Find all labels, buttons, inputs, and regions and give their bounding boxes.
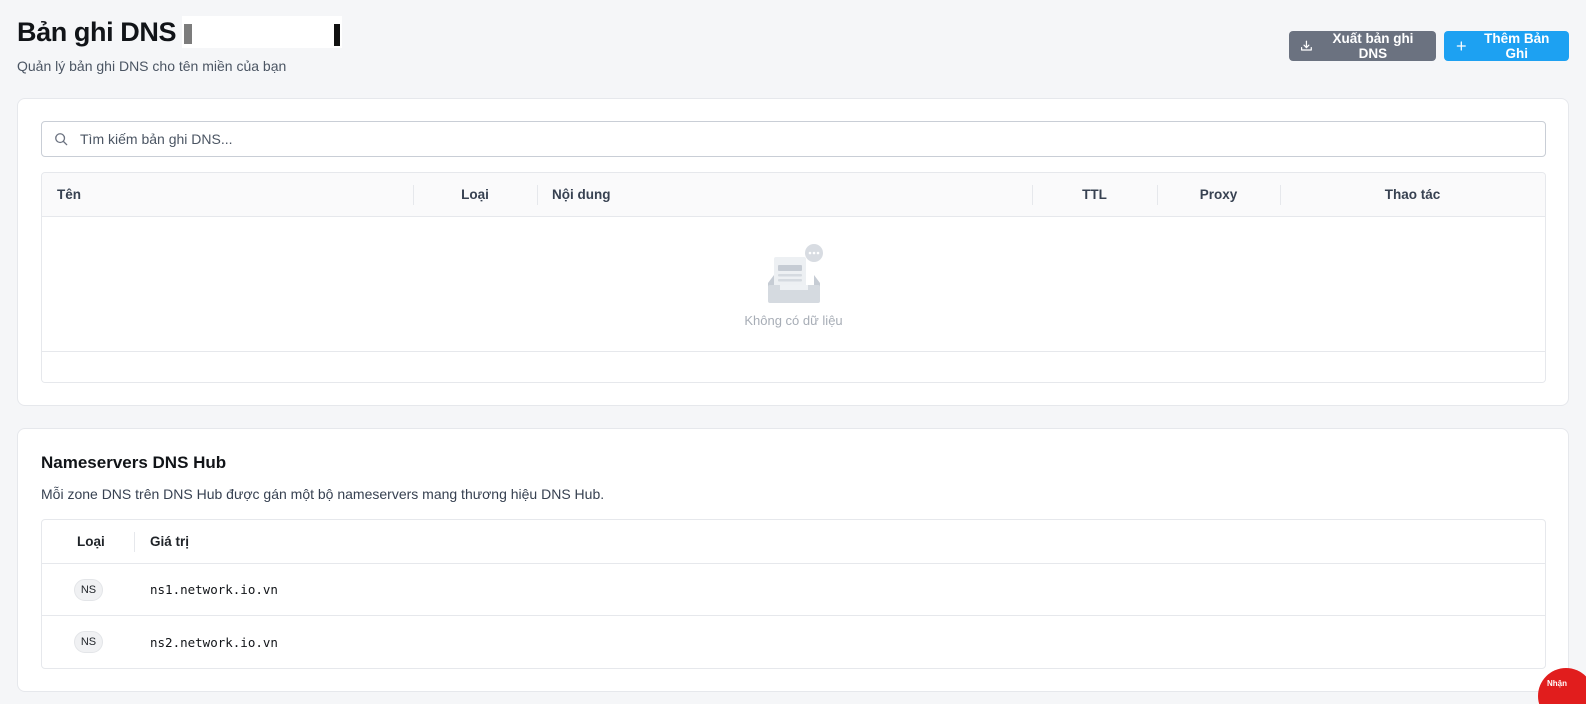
search-icon [55, 133, 68, 146]
dns-records-table: Tên Loại Nội dung TTL Proxy Thao tác Khô… [41, 172, 1546, 383]
nameservers-table-header: Loại Giá trị [42, 520, 1545, 564]
table-footer [42, 352, 1545, 382]
ns-value-cell: ns1.network.io.vn [150, 582, 278, 597]
page-header: Bản ghi DNS Quản lý bản ghi DNS cho tên … [17, 14, 1569, 84]
column-type[interactable]: Loại [413, 173, 537, 216]
empty-inbox-icon [767, 243, 823, 303]
nameservers-title: Nameservers DNS Hub [41, 453, 227, 472]
redacted-domain [182, 16, 343, 48]
page-title-text: Bản ghi DNS [17, 17, 177, 47]
add-record-label: Thêm Bản Ghi [1484, 31, 1550, 61]
download-icon [1301, 40, 1312, 51]
dns-records-card: Tên Loại Nội dung TTL Proxy Thao tác Khô… [17, 98, 1569, 406]
ns-column-value: Giá trị [150, 534, 190, 549]
empty-state: Không có dữ liệu [42, 217, 1545, 352]
column-name[interactable]: Tên [42, 173, 413, 216]
search-box[interactable] [41, 121, 1546, 157]
column-proxy[interactable]: Proxy [1157, 173, 1280, 216]
record-type-badge: NS [74, 631, 103, 653]
add-record-button[interactable]: Thêm Bản Ghi [1444, 31, 1569, 61]
plus-icon [1456, 41, 1466, 51]
search-input[interactable] [80, 131, 1545, 147]
table-row: NS ns1.network.io.vn [42, 564, 1545, 616]
column-content[interactable]: Nội dung [537, 173, 1032, 216]
ns-value-cell: ns2.network.io.vn [150, 634, 278, 650]
empty-state-text: Không có dữ liệu [744, 312, 843, 328]
column-actions: Thao tác [1280, 173, 1545, 216]
ns-column-type: Loại [42, 520, 135, 563]
ns-type-cell: NS [42, 631, 135, 653]
nameservers-table: Loại Giá trị NS ns1.network.io.vn NS ns2… [41, 519, 1546, 669]
export-dns-label: Xuất bản ghi DNS [1332, 31, 1414, 61]
column-ttl[interactable]: TTL [1032, 173, 1157, 216]
nameservers-card: Nameservers DNS Hub Mỗi zone DNS trên DN… [17, 428, 1569, 692]
chat-widget-label: Nhận [1547, 679, 1567, 688]
ns-type-cell: NS [42, 578, 135, 601]
table-header: Tên Loại Nội dung TTL Proxy Thao tác [42, 173, 1545, 217]
table-row: NS ns2.network.io.vn [42, 616, 1545, 668]
record-type-badge: NS [74, 578, 103, 601]
header-actions: Xuất bản ghi DNS Thêm Bản Ghi [1289, 31, 1569, 61]
export-dns-button[interactable]: Xuất bản ghi DNS [1289, 31, 1436, 61]
nameservers-description: Mỗi zone DNS trên DNS Hub được gán một b… [41, 486, 605, 502]
